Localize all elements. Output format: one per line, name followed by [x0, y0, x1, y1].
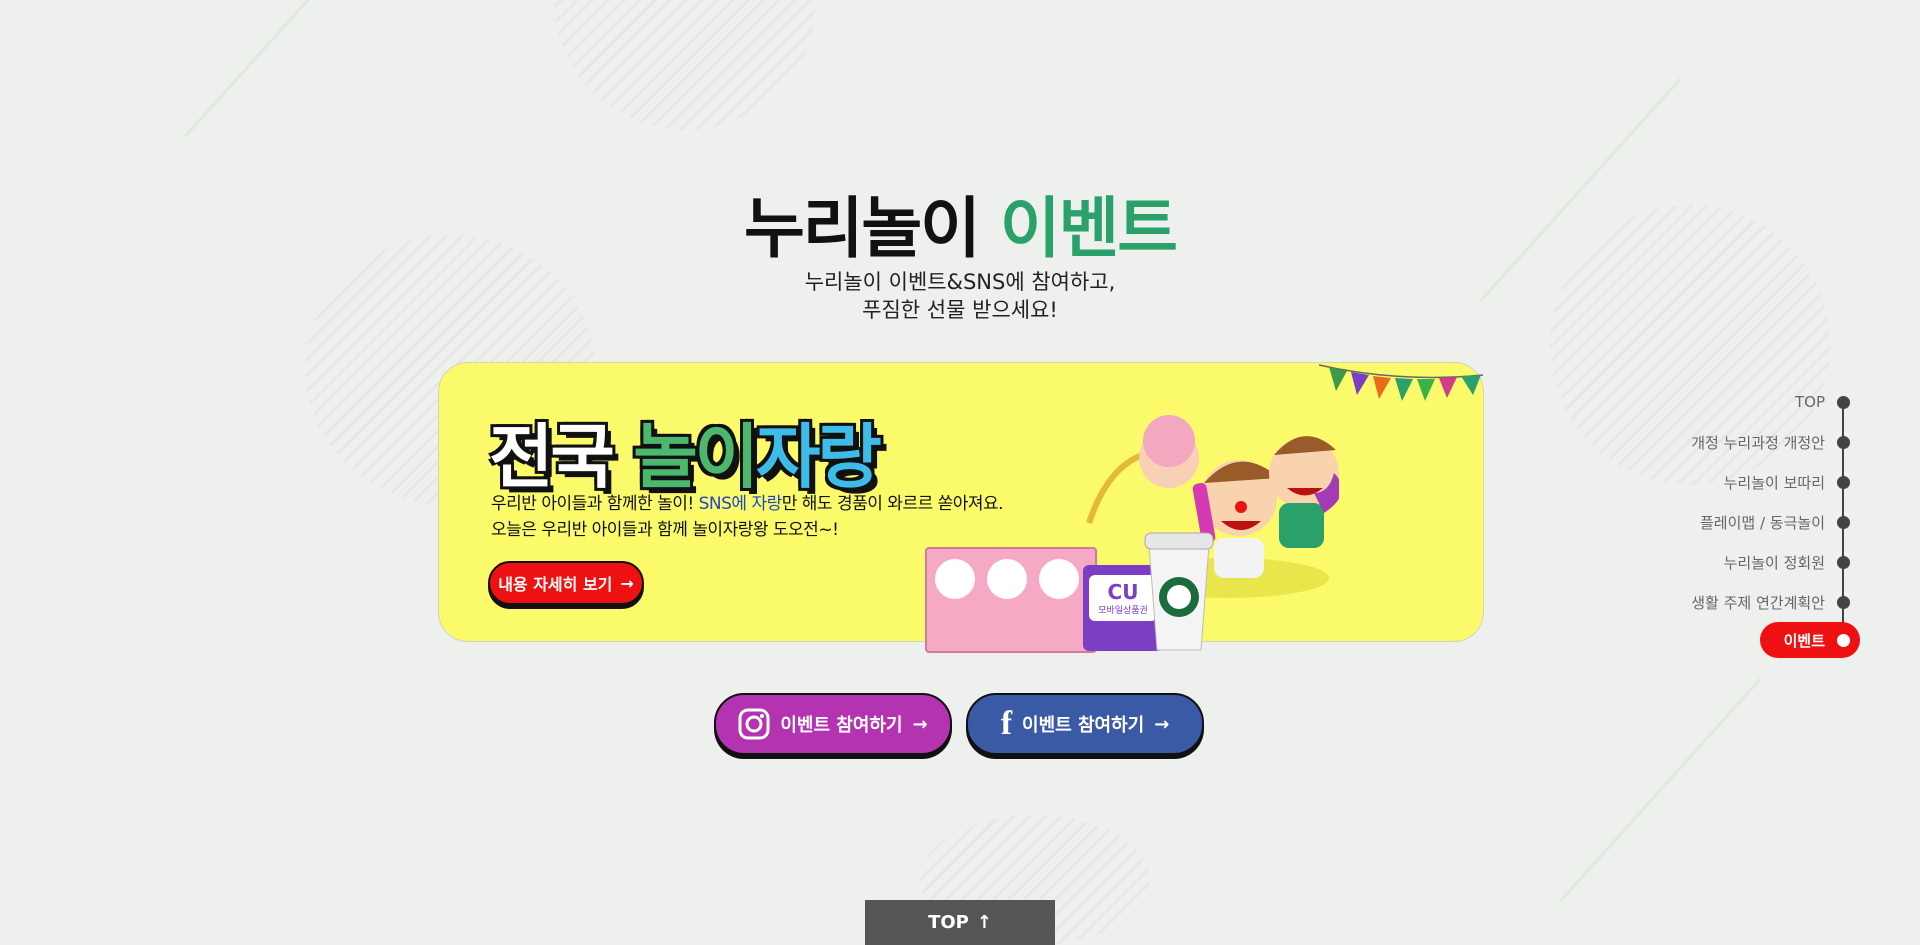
side-nav-item-bundle[interactable]: 누리놀이 보따리: [1724, 468, 1860, 496]
banner-desc-line: 우리반 아이들과 함께한 놀이! SNS에 자랑만 해도 경품이 와르르 쏟아져…: [491, 491, 1004, 517]
top-button-label: TOP: [928, 912, 969, 933]
party-flags-illustration: [1319, 364, 1483, 401]
side-nav-item-annual-plan[interactable]: 생활 주제 연간계획안: [1691, 588, 1860, 616]
nav-dot-icon: [1837, 475, 1850, 489]
section-title: 누리놀이 이벤트: [0, 175, 1920, 271]
side-nav-item-top[interactable]: TOP: [1795, 388, 1860, 416]
detail-button[interactable]: 내용 자세히 보기 →: [488, 561, 644, 605]
instagram-button-label: 이벤트 참여하기: [780, 715, 903, 736]
desc-text: 만 해도 경품이 와르르 쏟아져요.: [781, 494, 1004, 514]
side-nav-label: 생활 주제 연간계획안: [1691, 593, 1825, 612]
side-nav-label: 플레이맵 / 동극놀이: [1700, 513, 1825, 532]
arrow-right-icon: →: [620, 573, 634, 593]
banner-description: 우리반 아이들과 함께한 놀이! SNS에 자랑만 해도 경품이 와르르 쏟아져…: [491, 491, 1004, 543]
nav-dot-icon: [1837, 555, 1850, 569]
section-subtitle: 누리놀이 이벤트&SNS에 참여하고, 푸짐한 선물 받으세요!: [0, 268, 1920, 324]
arrow-right-icon: →: [912, 713, 928, 735]
cu-label: CU: [1107, 579, 1139, 604]
section-title-accent: 이벤트: [999, 190, 1178, 267]
desc-highlight: SNS에 자랑: [698, 494, 783, 514]
nav-dot-icon: [1837, 515, 1850, 529]
nav-dot-icon: [1837, 595, 1850, 609]
prize-boxes-illustration: [925, 547, 1097, 653]
side-nav-label: TOP: [1794, 393, 1825, 411]
banner-title-part: 놀이: [633, 416, 759, 498]
nav-dot-icon: [1837, 395, 1850, 409]
subtitle-line: 푸짐한 선물 받으세요!: [862, 298, 1058, 322]
banner-title: 전국 놀이자랑: [489, 401, 882, 502]
banner-title-part: 자랑: [756, 416, 882, 498]
side-nav-label: 누리놀이 정회원: [1723, 553, 1825, 572]
instagram-icon: [738, 708, 770, 740]
instagram-event-button[interactable]: 이벤트 참여하기 →: [714, 693, 952, 755]
decorative-line: [1558, 677, 1762, 903]
side-nav-label: 누리놀이 보따리: [1723, 473, 1825, 492]
side-nav-label: 이벤트: [1783, 631, 1825, 650]
facebook-event-button[interactable]: f 이벤트 참여하기 →: [966, 693, 1204, 755]
side-nav-label: 개정 누리과정 개정안: [1691, 433, 1825, 452]
side-nav-item-curriculum[interactable]: 개정 누리과정 개정안: [1691, 428, 1860, 456]
side-nav-item-event[interactable]: 이벤트: [1759, 622, 1860, 658]
arrow-right-icon: →: [1154, 713, 1170, 735]
facebook-button-label: 이벤트 참여하기: [1022, 715, 1145, 736]
facebook-icon: f: [1000, 705, 1013, 742]
coffee-cup-illustration: [1144, 532, 1214, 651]
side-nav-item-playmap[interactable]: 플레이맵 / 동극놀이: [1700, 508, 1860, 536]
side-nav-item-membership[interactable]: 누리놀이 정회원: [1724, 548, 1860, 576]
nav-dot-icon: [1837, 435, 1850, 449]
nav-dot-icon: [1837, 633, 1850, 647]
scroll-top-button[interactable]: TOP ↑: [865, 900, 1055, 945]
decorative-line: [183, 0, 354, 138]
subtitle-line: 누리놀이 이벤트&SNS에 참여하고,: [804, 270, 1116, 294]
detail-button-label: 내용 자세히 보기: [498, 575, 613, 594]
decorative-circle: [555, 0, 815, 130]
banner-title-part: 전국: [489, 416, 615, 498]
banner-desc-line: 오늘은 우리반 아이들과 함께 놀이자랑왕 도오전~!: [491, 520, 839, 540]
section-title-main: 누리놀이: [743, 190, 981, 267]
arrow-up-icon: ↑: [976, 912, 992, 933]
event-banner[interactable]: 전국 놀이자랑 우리반 아이들과 함께한 놀이! SNS에 자랑만 해도 경품이…: [438, 362, 1484, 653]
desc-text: 우리반 아이들과 함께한 놀이!: [491, 494, 694, 514]
side-navigation: TOP 개정 누리과정 개정안 누리놀이 보따리 플레이맵 / 동극놀이 누리놀…: [1630, 388, 1860, 664]
